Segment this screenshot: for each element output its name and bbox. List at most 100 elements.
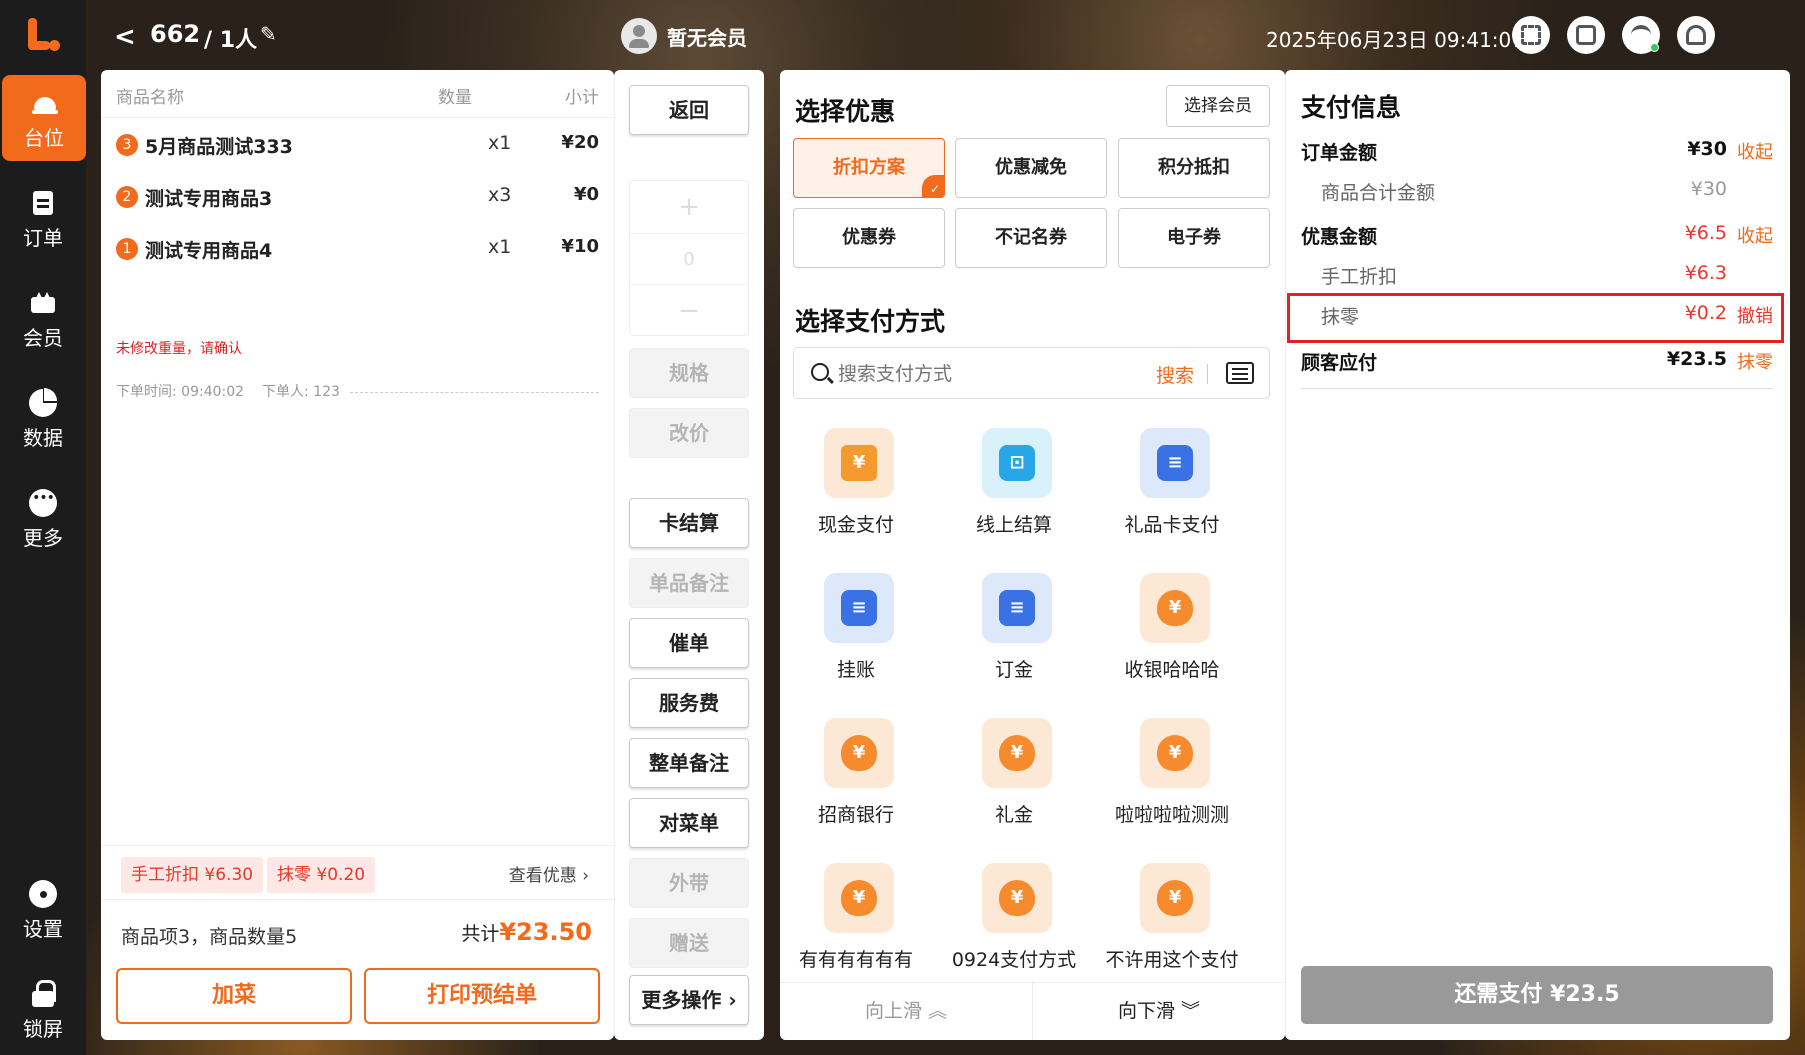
wifi-button[interactable] bbox=[1622, 16, 1660, 54]
service-fee-button[interactable]: 服务费 bbox=[629, 678, 749, 728]
pay-method-label: 挂账 bbox=[836, 659, 875, 681]
item-qty: x1 bbox=[488, 132, 512, 154]
sidebar-item-members[interactable]: 会员 bbox=[0, 275, 86, 361]
pay-info-panel: 支付信息 订单金额 ¥30 收起 商品合计金额 ¥30 优惠金额 ¥6.5 收起… bbox=[1285, 70, 1790, 1040]
order-time: 下单时间: 09:40:02 bbox=[116, 384, 245, 400]
card-checkout-button[interactable]: 卡结算 bbox=[629, 498, 749, 548]
pay-method-label: 不许用这个支付 bbox=[1105, 949, 1239, 971]
pay-method-cmb[interactable]: ¥ 招商银行 bbox=[781, 718, 931, 838]
pay-method-label: 线上结算 bbox=[975, 514, 1052, 536]
row-value: ¥6.3 bbox=[1684, 262, 1727, 284]
order-item[interactable]: 3 5月商品测试333 x1 ¥20 bbox=[116, 130, 599, 160]
gift-card-icon: ≡ bbox=[1157, 445, 1193, 481]
pay-method-custom[interactable]: ¥ 啦啦啦啦测测 bbox=[1097, 718, 1247, 838]
total-value: ¥23.50 bbox=[499, 918, 592, 946]
chip-e-coupon[interactable]: 电子券 bbox=[1118, 208, 1270, 268]
chip-bearer-coupon[interactable]: 不记名券 bbox=[955, 208, 1107, 268]
member-icon bbox=[29, 289, 57, 317]
return-button[interactable]: 返回 bbox=[629, 85, 749, 135]
chip-points[interactable]: 积分抵扣 bbox=[1118, 138, 1270, 198]
pay-method-label: 礼品卡支付 bbox=[1124, 514, 1220, 536]
takeout-button[interactable]: 外带 bbox=[629, 858, 749, 908]
pay-method-custom[interactable]: ¥ 有有有有有有 bbox=[781, 863, 931, 982]
more-icon bbox=[29, 489, 57, 517]
row-label: 顾客应付 bbox=[1301, 352, 1378, 374]
pay-method-label: 啦啦啦啦测测 bbox=[1114, 804, 1229, 826]
pay-method-custom[interactable]: ¥ 不许用这个支付 bbox=[1097, 863, 1247, 982]
item-subtotal: ¥0 bbox=[573, 184, 599, 205]
print-prebill-button[interactable]: 打印预结单 bbox=[364, 968, 600, 1024]
plus-icon[interactable]: + bbox=[630, 181, 748, 233]
check-dishes-button[interactable]: 对菜单 bbox=[629, 798, 749, 848]
scroll-controls: 向上滑 ︽ 向下滑 ︾ bbox=[780, 982, 1285, 1040]
sidebar-item-data[interactable]: 数据 bbox=[0, 375, 86, 461]
item-note-button[interactable]: 单品备注 bbox=[629, 558, 749, 608]
item-qty: x3 bbox=[488, 184, 512, 206]
payment-search-input[interactable] bbox=[838, 360, 1118, 388]
order-item[interactable]: 2 测试专用商品3 x3 ¥0 bbox=[116, 182, 599, 212]
sidebar-item-orders[interactable]: 订单 bbox=[0, 175, 86, 261]
spec-button[interactable]: 规格 bbox=[629, 348, 749, 398]
chip-discount-plan[interactable]: 折扣方案 bbox=[793, 138, 945, 198]
col-header-subtotal: 小计 bbox=[565, 88, 599, 108]
more-ops-button[interactable]: 更多操作 › bbox=[629, 975, 749, 1025]
sidebar-item-more[interactable]: 更多 bbox=[0, 475, 86, 561]
pay-method-label: 订金 bbox=[994, 659, 1033, 681]
money-bag-icon: ¥ bbox=[1157, 880, 1193, 916]
pay-method-cash[interactable]: ¥ 现金支付 bbox=[781, 428, 931, 548]
chip-reduction[interactable]: 优惠减免 bbox=[955, 138, 1107, 198]
select-member-button[interactable]: 选择会员 bbox=[1166, 85, 1270, 127]
quantity-stepper: + 0 − bbox=[629, 180, 749, 336]
pay-info-title: 支付信息 bbox=[1301, 93, 1402, 122]
gift-button[interactable]: 赠送 bbox=[629, 918, 749, 968]
operations-column: 返回 + 0 − 规格 改价 卡结算 单品备注 催单 服务费 整单备注 对菜单 … bbox=[614, 70, 764, 1040]
item-subtotal: ¥10 bbox=[561, 236, 599, 257]
pay-method-gift-money[interactable]: ¥ 礼金 bbox=[939, 718, 1089, 838]
member-selector[interactable]: 暂无会员 bbox=[621, 18, 747, 54]
top-header: < 662 / 1人 ✎ 暂无会员 2025年06月23日 09:41:07 bbox=[86, 0, 1805, 70]
sidebar-item-settings[interactable]: 设置 bbox=[0, 866, 86, 952]
member-avatar-icon bbox=[621, 18, 657, 54]
rush-order-button[interactable]: 催单 bbox=[629, 618, 749, 668]
collapse-link[interactable]: 收起 bbox=[1737, 138, 1773, 164]
sidebar-item-lock[interactable]: 锁屏 bbox=[0, 966, 86, 1052]
view-promo-link[interactable]: 查看优惠 › bbox=[509, 861, 589, 886]
order-item[interactable]: 1 测试专用商品4 x1 ¥10 bbox=[116, 234, 599, 264]
scan-button[interactable] bbox=[1512, 16, 1550, 54]
back-icon[interactable]: < bbox=[114, 22, 136, 52]
collapse-link[interactable]: 收起 bbox=[1737, 222, 1773, 248]
orderer: 下单人: 123 bbox=[262, 384, 340, 400]
item-seq-badge: 3 bbox=[116, 134, 138, 156]
promo-tag: 手工折扣 ¥6.30 bbox=[121, 857, 264, 893]
scroll-down-button[interactable]: 向下滑 ︾ bbox=[1033, 983, 1285, 1040]
payment-title: 选择支付方式 bbox=[795, 307, 946, 336]
scroll-up-button[interactable]: 向上滑 ︽ bbox=[780, 983, 1033, 1040]
round-off-link[interactable]: 抹零 bbox=[1737, 348, 1773, 374]
pay-method-custom[interactable]: ¥0924支付方式 bbox=[939, 863, 1089, 982]
pay-method-deposit[interactable]: ≡ 订金 bbox=[939, 573, 1089, 693]
sidebar-item-tables[interactable]: 台位 bbox=[2, 75, 86, 161]
money-bag-icon: ¥ bbox=[841, 880, 877, 916]
chip-coupon[interactable]: 优惠券 bbox=[793, 208, 945, 268]
pay-method-label: 0924支付方式 bbox=[951, 949, 1077, 971]
notification-button[interactable] bbox=[1677, 16, 1715, 54]
member-status: 暂无会员 bbox=[667, 25, 747, 50]
keyboard-icon[interactable] bbox=[1226, 362, 1254, 384]
pay-method-giftcard[interactable]: ≡ 礼品卡支付 bbox=[1097, 428, 1247, 548]
sidebar-item-label: 会员 bbox=[23, 326, 63, 350]
pay-method-credit[interactable]: ≡ 挂账 bbox=[781, 573, 931, 693]
order-note-button[interactable]: 整单备注 bbox=[629, 738, 749, 788]
sidebar-item-label: 台位 bbox=[24, 126, 64, 150]
printer-button[interactable] bbox=[1567, 16, 1605, 54]
pay-method-custom[interactable]: ¥ 收银哈哈哈 bbox=[1097, 573, 1247, 693]
pay-method-online[interactable]: ⊡ 线上结算 bbox=[939, 428, 1089, 548]
add-dish-button[interactable]: 加菜 bbox=[116, 968, 352, 1024]
search-button[interactable]: 搜索 bbox=[1156, 361, 1194, 388]
remaining-pay-button[interactable]: 还需支付 ¥23.5 bbox=[1301, 966, 1773, 1024]
cash-icon: ¥ bbox=[841, 445, 877, 481]
order-icon bbox=[29, 189, 57, 217]
change-price-button[interactable]: 改价 bbox=[629, 408, 749, 458]
minus-icon[interactable]: − bbox=[630, 285, 748, 337]
item-qty: x1 bbox=[488, 236, 512, 258]
edit-icon[interactable]: ✎ bbox=[260, 22, 277, 46]
